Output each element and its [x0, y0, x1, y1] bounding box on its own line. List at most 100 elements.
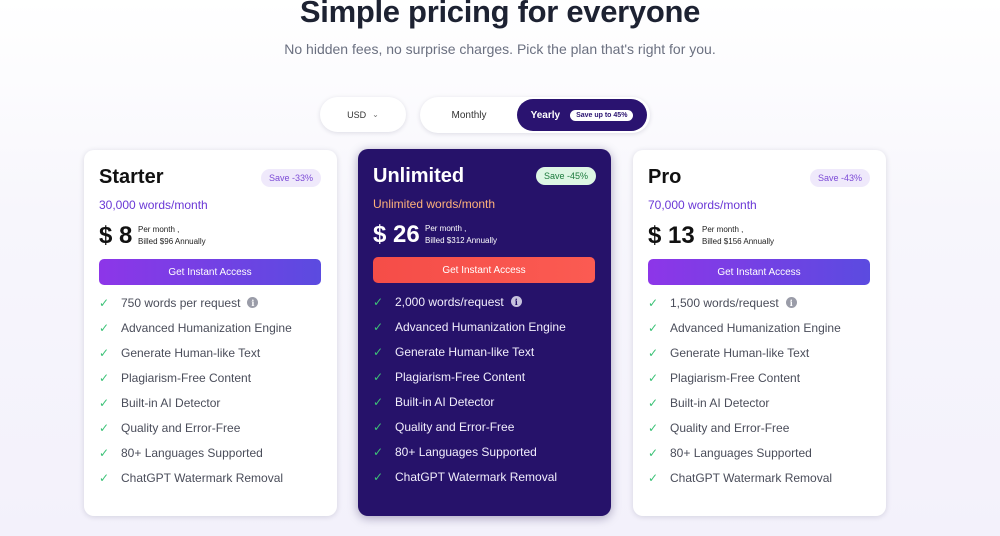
feature-item: ✓ 1,500 words/request i [648, 290, 876, 315]
yearly-save-badge: Save up to 45% [570, 109, 634, 121]
plan-words: 70,000 words/month [648, 198, 757, 212]
check-icon: ✓ [648, 420, 659, 435]
plan-words: Unlimited words/month [373, 197, 496, 211]
info-icon[interactable]: i [510, 296, 522, 307]
feature-item: ✓ 750 words per request i [99, 290, 327, 315]
feature-text: 1,500 words/request [670, 295, 779, 310]
feature-text: 80+ Languages Supported [121, 445, 263, 460]
feature-text: Built-in AI Detector [395, 394, 495, 409]
feature-item: ✓ ChatGPT Watermark Removal [373, 464, 601, 489]
feature-text: Plagiarism-Free Content [395, 369, 526, 384]
check-icon: ✓ [99, 445, 110, 460]
get-instant-access-button[interactable]: Get Instant Access [648, 259, 870, 285]
plan-name: Starter [99, 166, 164, 188]
per-month-label: Per month , [425, 224, 467, 233]
price-period: Per month , Billed $156 Annually [702, 224, 774, 248]
check-icon: ✓ [373, 444, 384, 459]
feature-text: Generate Human-like Text [121, 345, 261, 360]
billing-option-monthly[interactable]: Monthly [420, 97, 518, 133]
feature-item: ✓ Generate Human-like Text [373, 339, 601, 364]
check-icon: ✓ [373, 469, 384, 484]
check-icon: ✓ [648, 445, 659, 460]
check-icon: ✓ [99, 370, 110, 385]
page-subtitle: No hidden fees, no surprise charges. Pic… [284, 41, 716, 57]
check-icon: ✓ [373, 369, 384, 384]
plan-price: $ 8 [99, 222, 133, 249]
feature-item: ✓ Plagiarism-Free Content [373, 364, 601, 389]
check-icon: ✓ [648, 345, 659, 360]
price-period: Per month , Billed $96 Annually [138, 224, 206, 248]
currency-value: USD [347, 109, 367, 120]
feature-list: ✓ 2,000 words/request i ✓ Advanced Humaniza… [373, 289, 601, 489]
feature-item: ✓ Quality and Error-Free [373, 414, 601, 439]
feature-item: ✓ 80+ Languages Supported [648, 440, 876, 465]
get-instant-access-button[interactable]: Get Instant Access [99, 259, 321, 285]
feature-item: ✓ ChatGPT Watermark Removal [99, 465, 327, 490]
feature-item: ✓ Advanced Humanization Engine [373, 314, 601, 339]
feature-list: ✓ 750 words per request i ✓ Advanced Humani… [99, 290, 327, 490]
check-icon: ✓ [99, 395, 110, 410]
check-icon: ✓ [648, 295, 659, 310]
plan-name: Unlimited [373, 165, 465, 187]
feature-text: ChatGPT Watermark Removal [121, 470, 284, 485]
plan-price: $ 26 [373, 221, 420, 248]
get-instant-access-button[interactable]: Get Instant Access [373, 257, 595, 283]
info-icon[interactable]: i [247, 297, 259, 308]
feature-text: Advanced Humanization Engine [121, 320, 292, 335]
feature-item: ✓ Advanced Humanization Engine [99, 315, 327, 340]
feature-text: ChatGPT Watermark Removal [670, 470, 833, 485]
feature-item: ✓ Built-in AI Detector [99, 390, 327, 415]
feature-text: Generate Human-like Text [395, 344, 535, 359]
feature-text: Built-in AI Detector [121, 395, 221, 410]
save-badge: Save -43% [809, 169, 870, 187]
feature-text: Quality and Error-Free [670, 420, 790, 435]
feature-item: ✓ 80+ Languages Supported [373, 439, 601, 464]
plan-words: 30,000 words/month [99, 198, 208, 212]
check-icon: ✓ [373, 319, 384, 334]
feature-item: ✓ Plagiarism-Free Content [648, 365, 876, 390]
info-icon[interactable]: i [785, 297, 797, 308]
billing-yearly-label: Yearly [530, 109, 561, 121]
currency-select[interactable]: USD ⌄ [320, 97, 406, 132]
feature-item: ✓ Built-in AI Detector [373, 389, 601, 414]
price-period: Per month , Billed $312 Annually [425, 223, 497, 247]
feature-text: Advanced Humanization Engine [670, 320, 841, 335]
feature-text: Quality and Error-Free [121, 420, 241, 435]
feature-item: ✓ 2,000 words/request i [373, 289, 601, 314]
plan-price: $ 13 [648, 222, 695, 249]
per-month-label: Per month , [138, 225, 180, 234]
chevron-down-icon: ⌄ [372, 110, 379, 119]
feature-item: ✓ Quality and Error-Free [99, 415, 327, 440]
billing-monthly-label: Monthly [451, 109, 487, 121]
feature-text: 750 words per request [121, 295, 241, 310]
check-icon: ✓ [99, 420, 110, 435]
feature-text: 80+ Languages Supported [395, 444, 537, 459]
feature-text: 2,000 words/request [395, 294, 504, 309]
save-badge: Save -33% [260, 169, 321, 187]
feature-list: ✓ 1,500 words/request i ✓ Advanced Humaniza… [648, 290, 876, 490]
feature-item: ✓ Plagiarism-Free Content [99, 365, 327, 390]
check-icon: ✓ [648, 470, 659, 485]
check-icon: ✓ [648, 370, 659, 385]
plan-name: Pro [648, 166, 682, 188]
billing-toggle[interactable]: Monthly Yearly Save up to 45% [420, 97, 650, 133]
check-icon: ✓ [99, 295, 110, 310]
check-icon: ✓ [99, 470, 110, 485]
check-icon: ✓ [99, 320, 110, 335]
billing-option-yearly[interactable]: Yearly Save up to 45% [517, 99, 647, 131]
feature-text: Generate Human-like Text [670, 345, 810, 360]
check-icon: ✓ [648, 320, 659, 335]
feature-text: Advanced Humanization Engine [395, 319, 566, 334]
feature-item: ✓ Generate Human-like Text [648, 340, 876, 365]
plan-card-unlimited: Unlimited Save -45% Unlimited words/mont… [358, 149, 611, 516]
check-icon: ✓ [373, 294, 384, 309]
feature-item: ✓ Quality and Error-Free [648, 415, 876, 440]
feature-text: Built-in AI Detector [670, 395, 770, 410]
page-title: Simple pricing for everyone [299, 0, 701, 29]
plan-card-pro: Pro Save -43% 70,000 words/month $ 13 Pe… [633, 150, 886, 516]
billed-annually-label: Billed $96 Annually [138, 237, 206, 246]
check-icon: ✓ [373, 394, 384, 409]
feature-text: Quality and Error-Free [395, 419, 515, 434]
feature-text: 80+ Languages Supported [670, 445, 812, 460]
check-icon: ✓ [373, 419, 384, 434]
